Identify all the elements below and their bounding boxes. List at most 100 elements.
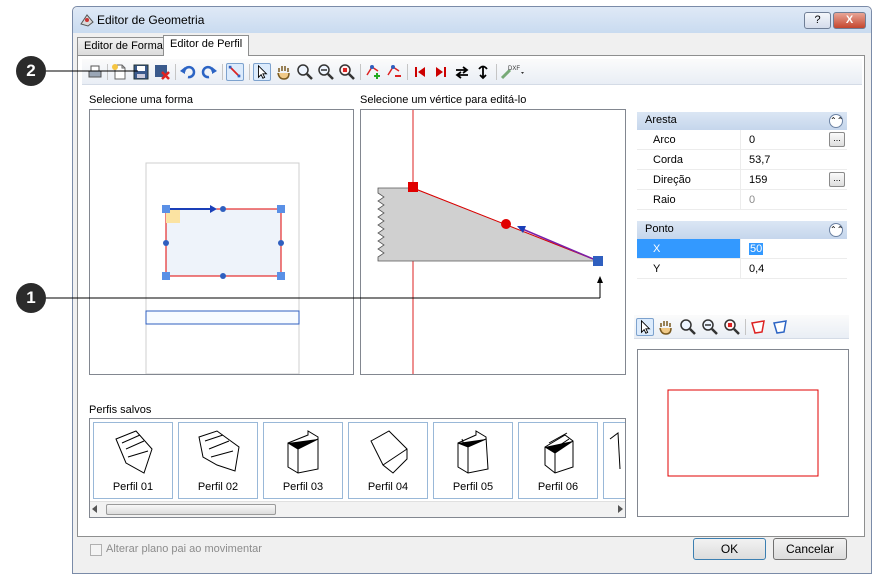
remove-vertex-icon[interactable] (385, 63, 403, 81)
zoom-out-icon[interactable] (317, 63, 335, 81)
secondary-shape[interactable] (145, 310, 300, 325)
y-value[interactable]: 0,4 (743, 259, 847, 278)
chevron-up-icon[interactable]: ⌃⌃ (829, 223, 843, 237)
blue-shape-icon[interactable] (771, 318, 789, 336)
profile-thumbnail (198, 430, 240, 472)
shape-vertex[interactable] (162, 205, 170, 213)
shape-midpoint[interactable] (278, 240, 284, 246)
redo-icon[interactable] (200, 63, 218, 81)
corda-value[interactable]: 53,7 (743, 150, 847, 169)
saved-profile-item[interactable]: Perfil 03 (263, 422, 343, 499)
save-icon[interactable] (132, 63, 150, 81)
arco-ellipsis-button[interactable]: ... (829, 132, 845, 147)
profile-canvas[interactable] (360, 109, 626, 375)
profile-vertex[interactable] (408, 182, 418, 192)
toolbar-separator (745, 319, 746, 335)
shape-rectangle[interactable] (165, 208, 282, 277)
new-document-icon[interactable] (111, 63, 129, 81)
help-button[interactable]: ? (804, 12, 831, 29)
shape-midpoint[interactable] (220, 273, 226, 279)
first-vertex-icon[interactable] (411, 63, 429, 81)
delete-document-icon[interactable] (153, 63, 171, 81)
profile-midpoint[interactable] (501, 219, 511, 229)
profile-thumbnail (370, 430, 408, 474)
tab-editor-de-forma[interactable]: Editor de Forma (77, 37, 170, 55)
select-arrow-icon[interactable] (253, 63, 271, 81)
x-value[interactable]: 50 (749, 243, 764, 255)
x-value-field[interactable]: 50 (743, 239, 847, 258)
preview-drawing (667, 389, 819, 477)
saved-profile-item[interactable]: Perfil 01 (93, 422, 173, 499)
svg-text:DXF: DXF (508, 66, 520, 72)
pan-hand-icon[interactable] (275, 63, 293, 81)
shape-vertex[interactable] (277, 205, 285, 213)
scroll-right-arrow[interactable] (618, 505, 623, 513)
ponto-title: Ponto (645, 223, 674, 235)
saved-profile-label: Perfil 04 (367, 481, 409, 493)
undo-icon[interactable] (179, 63, 197, 81)
tab-editor-de-perfil[interactable]: Editor de Perfil (163, 35, 250, 56)
saved-profile-label: Perfil 06 (537, 481, 579, 493)
shape-drawing (145, 162, 300, 375)
main-toolbar: DXF (82, 59, 862, 85)
scroll-left-arrow[interactable] (92, 505, 97, 513)
property-key: Arco (637, 130, 741, 149)
print-icon[interactable] (86, 63, 104, 81)
shape-canvas[interactable] (89, 109, 354, 375)
shape-vertex[interactable] (277, 272, 285, 280)
last-vertex-icon[interactable] (432, 63, 450, 81)
shape-vertex[interactable] (162, 272, 170, 280)
property-row-direcao: Direção 159 ... (637, 170, 847, 190)
edit-profile-tool-icon[interactable] (226, 63, 244, 81)
geometry-editor-window: Editor de Geometria ? X Editor de Forma … (72, 6, 872, 574)
parent-plane-checkbox[interactable] (90, 544, 102, 556)
profile-thumbnail (544, 432, 574, 474)
shape-midpoint[interactable] (163, 240, 169, 246)
property-row-corda: Corda 53,7 (637, 150, 847, 170)
profiles-horizontal-scrollbar[interactable] (90, 501, 625, 517)
aresta-header[interactable]: Aresta ⌃⌃ (637, 112, 847, 130)
red-shape-icon[interactable] (749, 318, 767, 336)
direcao-ellipsis-button[interactable]: ... (829, 172, 845, 187)
reverse-direction-icon[interactable] (453, 63, 471, 81)
saved-profiles-list[interactable]: Perfil 01 Perfil 02 Perfil 03 Perfil 04 … (89, 418, 626, 518)
callout-badge-1: 1 (16, 283, 46, 313)
profile-section (377, 187, 599, 262)
toolbar-separator (249, 64, 250, 80)
profile-thumbnail (287, 430, 319, 474)
zoom-out-icon[interactable] (701, 318, 719, 336)
aresta-title: Aresta (645, 114, 677, 126)
shape-midpoint[interactable] (220, 206, 226, 212)
add-vertex-icon[interactable] (364, 63, 382, 81)
saved-profile-item-partial[interactable] (603, 422, 625, 499)
raio-value: 0 (749, 194, 756, 206)
toolbar-separator (222, 64, 223, 80)
scroll-thumb[interactable] (106, 504, 276, 515)
selected-profile-vertex[interactable] (593, 256, 603, 266)
chevron-up-icon[interactable]: ⌃⌃ (829, 114, 843, 128)
cancel-button[interactable]: Cancelar (773, 538, 847, 560)
saved-profile-item[interactable]: Perfil 06 (518, 422, 598, 499)
zoom-extents-icon[interactable] (338, 63, 356, 81)
dxf-import-icon[interactable]: DXF (500, 63, 528, 81)
pan-hand-icon[interactable] (657, 318, 675, 336)
vertex-panel-label: Selecione um vértice para editá-lo (360, 94, 527, 106)
property-row-raio: Raio 0 (637, 190, 847, 210)
saved-profile-item[interactable]: Perfil 02 (178, 422, 258, 499)
saved-profile-item[interactable]: Perfil 05 (433, 422, 513, 499)
property-row-y: Y 0,4 (637, 259, 847, 279)
property-key: X (637, 239, 741, 258)
preview-canvas[interactable] (637, 349, 849, 517)
zoom-extents-icon[interactable] (723, 318, 741, 336)
select-arrow-icon[interactable] (636, 318, 654, 336)
flip-icon[interactable] (474, 63, 492, 81)
saved-profile-label: Perfil 02 (197, 481, 239, 493)
profile-thumbnail (115, 430, 153, 474)
zoom-icon[interactable] (679, 318, 697, 336)
saved-profile-item[interactable]: Perfil 04 (348, 422, 428, 499)
ponto-header[interactable]: Ponto ⌃⌃ (637, 221, 847, 239)
ok-button[interactable]: OK (693, 538, 766, 560)
close-button[interactable]: X (833, 12, 866, 29)
zoom-icon[interactable] (296, 63, 314, 81)
preview-toolbar (634, 315, 849, 339)
